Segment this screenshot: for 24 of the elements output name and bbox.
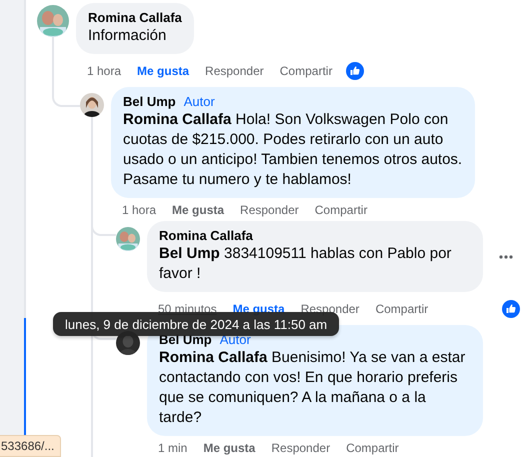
comment-text: Romina Callafa Buenisimo! Ya se van a estar contactando con vos! En que horario preferis que se comuniquen? A la mañana o a la tarde? [159,348,466,428]
more-options-icon[interactable] [499,254,513,258]
reply-button[interactable]: Responder [240,202,299,216]
share-button[interactable]: Compartir [280,64,332,78]
comment-text: Bel Ump 3834109511 hablas con Pablo por favor ! [159,244,452,284]
comment-time[interactable]: 1 hora [87,64,122,78]
reply-button[interactable]: Responder [271,440,330,454]
status-url: 533686/... [0,435,62,457]
like-button[interactable]: Me gusta [137,64,190,78]
like-button[interactable]: Me gusta [172,202,224,216]
comment-time[interactable]: 1 hora [122,202,156,216]
timestamp-tooltip: lunes, 9 de diciembre de 2024 a las 11:50 am [53,312,340,336]
share-button[interactable]: Compartir [375,302,428,316]
share-button[interactable]: Compartir [314,202,368,216]
author-name[interactable]: Romina Callafa [88,10,182,26]
comment-text: Romina Callafa Hola! Son Volkswagen Polo con cuotas de $215.000. Podes retirarlo con un auto usado o un anticipo! Tambien tenemos otros autos. Pasame tu numero y te hablamos! [123,110,463,190]
share-button[interactable]: Compartir [346,440,399,454]
author-label: Autor [184,94,215,110]
author-name[interactable]: Bel Ump [123,94,176,110]
comment-time[interactable]: 1 min [158,440,188,454]
author-name[interactable]: Romina Callafa [159,228,253,244]
reply-button[interactable]: Responder [205,64,264,78]
comment-text: Información [88,26,168,46]
like-button[interactable]: Me gusta [203,440,256,454]
